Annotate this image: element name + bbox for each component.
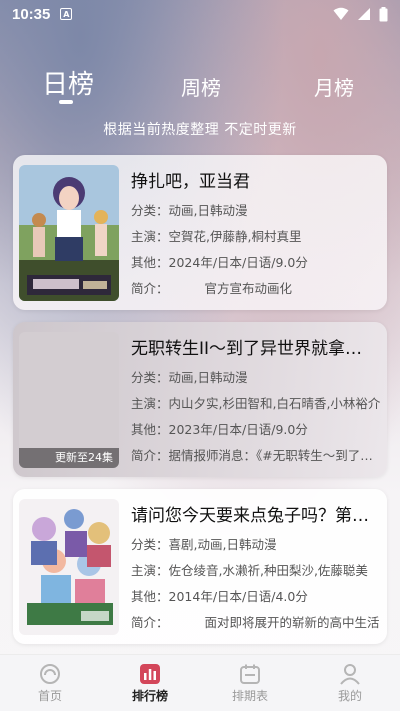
tab-active-indicator — [59, 100, 73, 104]
profile-icon — [340, 664, 360, 685]
other-row: 其他： 2023年/日本/日语/9.0分 — [131, 419, 381, 438]
other-value: 2024年/日本/日语/9.0分 — [168, 255, 308, 270]
category-label: 分类： — [131, 370, 169, 385]
category-label: 分类： — [131, 203, 169, 218]
status-icons — [333, 6, 388, 22]
signal-icon — [358, 8, 370, 20]
other-label: 其他： — [131, 422, 169, 437]
nav-item-schedule[interactable]: 排期表 — [200, 655, 300, 711]
intro-row: 简介： 官方宣布动画化 — [131, 278, 381, 297]
cast-row: 主演： 内山夕实,杉田智和,白石晴香,小林裕介 — [131, 393, 381, 412]
anime-title: 请问您今天要来点兔子吗？第三季 — [131, 506, 371, 526]
nav-item-profile[interactable]: 我的 — [300, 655, 400, 711]
nav-item-ranking[interactable]: 排行榜 — [100, 655, 200, 711]
poster-image — [19, 499, 119, 635]
intro-value: 面对即将展开的崭新的高中生活 — [204, 615, 380, 630]
intro-value: 官方宣布动画化 — [204, 281, 293, 296]
cast-label: 主演： — [131, 563, 169, 578]
anime-title: 挣扎吧，亚当君 — [131, 172, 250, 192]
tab-daily[interactable]: 日榜 — [42, 64, 94, 101]
cast-value: 空賀花,伊藤静,桐村真里 — [168, 229, 302, 244]
status-bar: 10:35 A — [0, 0, 400, 28]
other-value: 2023年/日本/日语/9.0分 — [168, 422, 308, 437]
other-row: 其他： 2024年/日本/日语/9.0分 — [131, 252, 381, 271]
other-value: 2014年/日本/日语/4.0分 — [168, 589, 308, 604]
nav-label-schedule: 排期表 — [231, 689, 268, 703]
nav-label-ranking: 排行榜 — [131, 689, 168, 703]
home-icon — [40, 664, 60, 684]
cast-label: 主演： — [131, 396, 169, 411]
other-row: 其他： 2014年/日本/日语/4.0分 — [131, 586, 381, 605]
bottom-navigation: 首页 排行榜 排期表 我的 — [0, 654, 400, 711]
other-label: 其他： — [131, 589, 169, 604]
category-row: 分类： 动画,日韩动漫 — [131, 367, 381, 386]
nav-item-home[interactable]: 首页 — [0, 655, 100, 711]
other-label: 其他： — [131, 255, 169, 270]
poster-image — [19, 165, 119, 301]
ranking-subtitle: 根据当前热度整理 不定时更新 — [103, 122, 297, 138]
intro-value: 据情报师消息：《#无职转生～到了异世界就拿出真本事～》 — [168, 448, 381, 463]
poster-image: 更新至24集 — [19, 332, 119, 468]
notification-icon: A — [60, 8, 73, 20]
status-time: 10:35 — [12, 5, 51, 23]
category-value: 动画,日韩动漫 — [168, 370, 248, 385]
episode-badge: 更新至24集 — [19, 448, 119, 468]
cast-row: 主演： 空賀花,伊藤静,桐村真里 — [131, 226, 381, 245]
anime-card[interactable]: 挣扎吧，亚当君 分类： 动画,日韩动漫 主演： 空賀花,伊藤静,桐村真里 其他：… — [13, 155, 387, 310]
category-value: 动画,日韩动漫 — [168, 203, 248, 218]
category-row: 分类： 动画,日韩动漫 — [131, 200, 381, 219]
ranking-tabs: 日榜 周榜 月榜 — [0, 62, 400, 112]
category-value: 喜剧,动画,日韩动漫 — [168, 537, 277, 552]
category-label: 分类： — [131, 537, 169, 552]
anime-card[interactable]: 请问您今天要来点兔子吗？第三季 分类： 喜剧,动画,日韩动漫 主演： 佐仓绫音,… — [13, 489, 387, 644]
intro-label: 简介： — [131, 615, 169, 630]
cast-row: 主演： 佐仓绫音,水濑祈,种田梨沙,佐藤聪美 — [131, 560, 381, 579]
battery-icon — [379, 6, 388, 21]
category-row: 分类： 喜剧,动画,日韩动漫 — [131, 534, 381, 553]
ranking-icon — [140, 664, 160, 684]
tab-monthly[interactable]: 月榜 — [314, 72, 354, 101]
anime-title: 无职转生II～到了异世界就拿出真本事～ — [131, 339, 371, 359]
anime-card[interactable]: 更新至24集 无职转生II～到了异世界就拿出真本事～ 分类： 动画,日韩动漫 主… — [13, 322, 387, 477]
nav-label-home: 首页 — [37, 689, 62, 703]
intro-row: 简介： 据情报师消息：《#无职转生～到了异世界就拿出真本事～》 — [131, 445, 381, 464]
cast-value: 内山夕实,杉田智和,白石晴香,小林裕介 — [168, 396, 381, 411]
wifi-icon — [333, 7, 349, 20]
calendar-icon — [240, 664, 260, 684]
nav-label-profile: 我的 — [337, 689, 362, 703]
intro-label: 简介： — [131, 448, 169, 463]
intro-row: 简介： 面对即将展开的崭新的高中生活 — [131, 612, 381, 631]
intro-label: 简介： — [131, 281, 169, 296]
cast-value: 佐仓绫音,水濑祈,种田梨沙,佐藤聪美 — [168, 563, 368, 578]
tab-weekly[interactable]: 周榜 — [181, 72, 221, 101]
cast-label: 主演： — [131, 229, 169, 244]
